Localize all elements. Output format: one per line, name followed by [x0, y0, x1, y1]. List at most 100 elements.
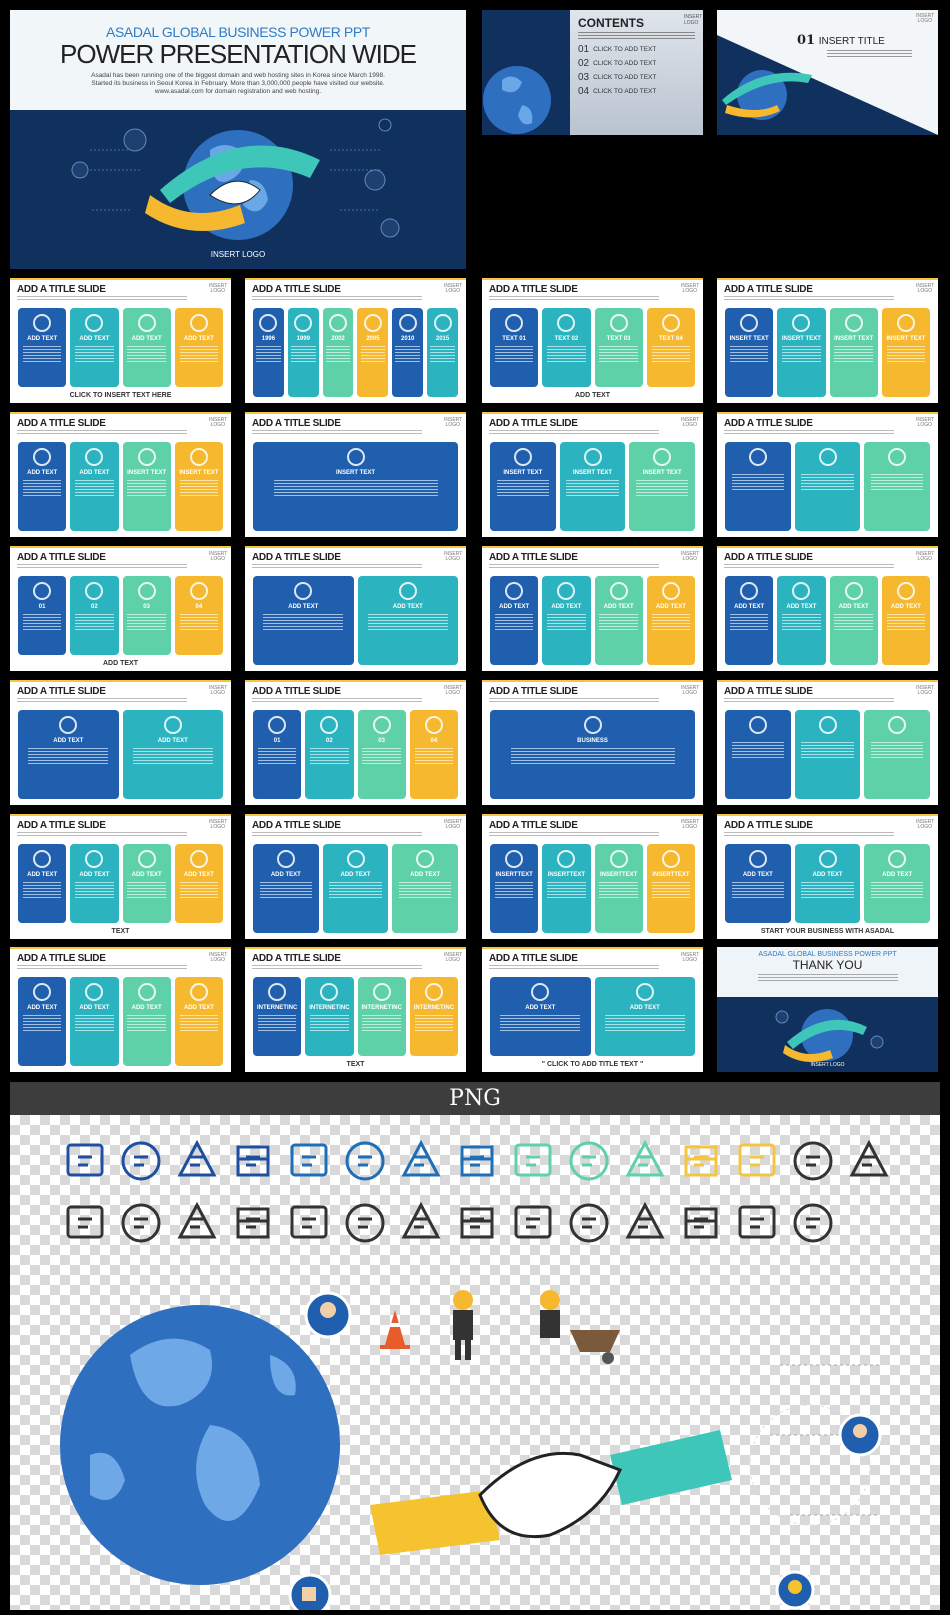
section-number: 01: [797, 33, 816, 48]
content-slide[interactable]: ADD A TITLE SLIDEINSERT LOGOADD TEXTADD …: [482, 947, 703, 1072]
content-slide[interactable]: ADD A TITLE SLIDE INSERT LOGO: [717, 680, 938, 805]
diagram-label: TEXT 04: [659, 336, 683, 342]
content-slide[interactable]: ADD A TITLE SLIDEINSERT LOGOADD TEXTADD …: [717, 814, 938, 939]
diagram-text-lines: [566, 480, 619, 496]
content-slide[interactable]: ADD A TITLE SLIDEINSERT LOGOADD TEXTADD …: [10, 412, 231, 537]
content-slide[interactable]: ADD A TITLE SLIDEINSERT LOGOADD TEXTADD …: [245, 546, 466, 671]
title-slide[interactable]: ASADAL GLOBAL BUSINESS POWER PPT POWER P…: [10, 10, 466, 269]
content-slide[interactable]: ADD A TITLE SLIDEINSERT LOGOADD TEXTADD …: [482, 546, 703, 671]
diagram-block: [794, 442, 861, 531]
thank-you-slide[interactable]: ASADAL GLOBAL BUSINESS POWER PPT THANK Y…: [717, 947, 938, 1072]
logo-placeholder: INSERT LOGO: [209, 283, 228, 294]
content-slide[interactable]: ADD A TITLE SLIDE INSERT LOGO 01 02 03 04: [245, 680, 466, 805]
diagram-block: ADD TEXT: [322, 844, 389, 933]
diagram-block: ADD TEXT: [18, 308, 67, 387]
content-slide[interactable]: ADD A TITLE SLIDE INSERT LOGO INTERNETINC I…: [245, 947, 466, 1072]
diagram-label: ADD TEXT: [890, 604, 921, 610]
diagram-icon: [609, 582, 628, 600]
contents-item[interactable]: 03 CLICK TO ADD TEXT: [578, 72, 695, 83]
diagram-label: INSERT TEXT: [642, 470, 682, 476]
diagram-block: 03: [357, 710, 406, 799]
slide-title: ADD A TITLE SLIDE: [724, 686, 813, 697]
content-slide[interactable]: ADD A TITLE SLIDE INSERT LOGO INSERT TEXT I…: [717, 278, 938, 403]
contents-item[interactable]: 04 CLICK TO ADD TEXT: [578, 86, 695, 97]
content-slide[interactable]: ADD A TITLE SLIDE INSERT LOGO INSERTTEXT IN…: [482, 814, 703, 939]
diagram-label: ADD TEXT: [27, 470, 58, 476]
content-slide[interactable]: ADD A TITLE SLIDE INSERT LOGO TEXT 01 TEXT …: [482, 278, 703, 403]
diagram-text-lines: [179, 882, 219, 898]
content-slide[interactable]: ADD A TITLE SLIDE INSERT LOGO INSERT TEXT: [245, 412, 466, 537]
contents-item[interactable]: 01 CLICK TO ADD TEXT: [578, 44, 695, 55]
section-title-slide[interactable]: 01 INSERT TITLE INSERT LOGO: [717, 10, 938, 135]
diagram-label: 01: [273, 738, 281, 744]
content-slide[interactable]: ADD A TITLE SLIDE INSERT LOGO 01 02 03 04 ADD …: [10, 546, 231, 671]
diagram-text-lines: [870, 742, 924, 758]
diagram-label: ADD TEXT: [786, 604, 817, 610]
globe-icon: [60, 1305, 340, 1585]
diagram-icon: [189, 582, 208, 600]
diagram-text-lines: [360, 346, 386, 362]
diagram-label: ADD TEXT: [882, 872, 913, 878]
slide-caption: CLICK TO INSERT TEXT HERE: [69, 392, 172, 399]
content-slide[interactable]: ADD A TITLE SLIDE INSERT LOGO 1996 1999 2002…: [245, 278, 466, 403]
logo-placeholder: INSERT LOGO: [209, 952, 228, 963]
plug-icon: [738, 1205, 776, 1239]
diagram-text-lines: [22, 346, 62, 362]
diagram-block: ADD TEXT: [18, 977, 67, 1066]
content-slide[interactable]: ADD A TITLE SLIDE INSERT LOGO BUSINESS: [482, 680, 703, 805]
diagram-block: 1996: [253, 308, 284, 397]
content-slide[interactable]: ADD A TITLE SLIDEINSERT LOGOADD TEXTADD …: [245, 814, 466, 939]
diagram-text-lines: [22, 614, 62, 630]
logo-placeholder: INSERT LOGO: [916, 551, 935, 562]
diagram-block: ADD TEXT: [18, 844, 67, 923]
diagram-label: ADD TEXT: [525, 1005, 556, 1011]
diagram-text-lines: [310, 748, 349, 764]
logo-placeholder: INSERT LOGO: [681, 819, 700, 830]
diagram-icon: [818, 850, 837, 868]
content-slide[interactable]: ADD A TITLE SLIDEINSERT LOGOADD TEXTADD …: [10, 947, 231, 1072]
content-slide[interactable]: ADD A TITLE SLIDEINSERT LOGOADD TEXTADD …: [10, 814, 231, 939]
diagram-block: 03: [122, 576, 171, 655]
contents-slide[interactable]: CONTENTS INSERT LOGO 01 CLICK TO ADD TEXT…: [482, 10, 703, 135]
section-title: INSERT TITLE: [818, 36, 885, 47]
avatar-woman-icon: [304, 1291, 352, 1339]
drop-icon: [460, 1145, 494, 1177]
logo-placeholder: INSERT LOGO: [444, 283, 463, 294]
diagram-label: ADD TEXT: [340, 872, 371, 878]
content-slide[interactable]: ADD A TITLE SLIDEINSERT LOGOADD TEXTADD …: [717, 546, 938, 671]
content-slide[interactable]: ADD A TITLE SLIDE INSERT LOGO: [717, 412, 938, 537]
content-slide[interactable]: ADD A TITLE SLIDE INSERT LOGO INSERT TEXT I…: [482, 412, 703, 537]
diagram-label: TEXT 01: [502, 336, 526, 342]
diagram-block: ADD TEXT: [253, 576, 354, 665]
diagram-block: 02: [70, 576, 119, 655]
diagram-icon: [398, 314, 417, 332]
diagram-text-lines: [179, 614, 219, 630]
contents-item-number: 04: [578, 86, 590, 97]
slide-title: ADD A TITLE SLIDE: [252, 820, 341, 831]
diagram-text-lines: [75, 1015, 114, 1031]
slide-diagram: INSERT TEXT INSERT TEXT INSERT TEXT: [490, 442, 696, 531]
content-slide[interactable]: ADD A TITLE SLIDEINSERT LOGOADD TEXTADD …: [10, 278, 231, 403]
diagram-icon: [85, 582, 104, 600]
slide-title: ADD A TITLE SLIDE: [252, 953, 341, 964]
logo-placeholder: INSERT LOGO: [444, 417, 463, 428]
slide-subtext: [489, 296, 659, 302]
contents-item[interactable]: 02 CLICK TO ADD TEXT: [578, 58, 695, 69]
pin-icon: [625, 1139, 665, 1177]
slide-title: ADD A TITLE SLIDE: [17, 820, 106, 831]
diagram-label: 2002: [331, 336, 345, 342]
logo-placeholder: INSERT LOGO: [209, 417, 228, 428]
monitor-chart-icon: [345, 1141, 385, 1181]
diagram-label: ADD TEXT: [603, 604, 634, 610]
diagram-icon: [748, 448, 767, 466]
diagram-icon: [33, 314, 52, 332]
slide-diagram: ADD TEXT ADD TEXT: [18, 710, 223, 799]
diagram-block: 2002: [322, 308, 354, 397]
slide-title: ADD A TITLE SLIDE: [489, 686, 578, 697]
slide-subtext: [252, 564, 422, 570]
content-slide[interactable]: ADD A TITLE SLIDEINSERT LOGOADD TEXTADD …: [10, 680, 231, 805]
logo-placeholder: INSERT LOGO: [444, 819, 463, 830]
slide-diagram: [725, 442, 931, 531]
contents-item-label: CLICK TO ADD TEXT: [593, 74, 657, 81]
contents-item-label: CLICK TO ADD TEXT: [593, 60, 657, 67]
